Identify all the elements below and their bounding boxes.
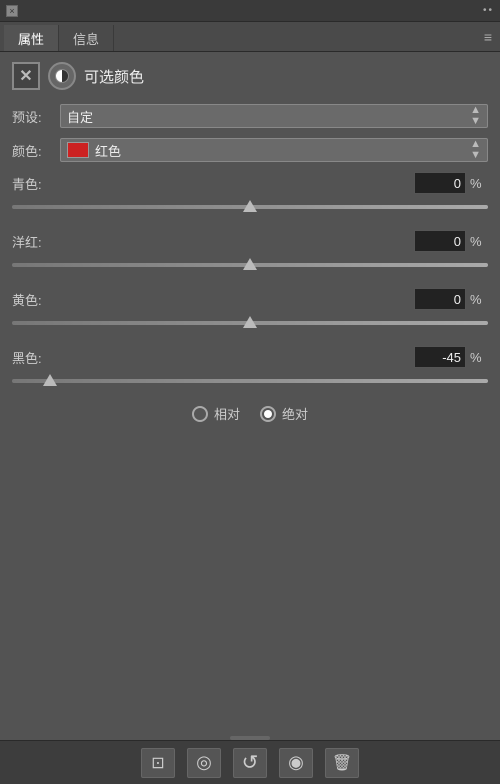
color-dropdown-arrow-icon: ▲▼	[470, 139, 481, 161]
radio-absolute-outer	[260, 406, 276, 422]
black-row: 黑色: -45 %	[12, 346, 488, 368]
close-icon: ×	[9, 6, 14, 16]
half-circle-icon	[55, 69, 69, 83]
black-thumb[interactable]	[43, 374, 57, 386]
cyan-value[interactable]: 0	[414, 172, 466, 194]
tab-menu-icon[interactable]: ≡	[484, 29, 492, 45]
black-slider-track[interactable]	[12, 372, 488, 390]
magenta-slider-track[interactable]	[12, 256, 488, 274]
color-label: 颜色:	[12, 141, 60, 160]
black-value[interactable]: -45	[414, 346, 466, 368]
magenta-value[interactable]: 0	[414, 230, 466, 252]
refresh-icon: ↺	[242, 750, 259, 775]
tab-bar: 属性 信息 ≡	[0, 22, 500, 52]
radio-absolute-label: 绝对	[282, 404, 308, 423]
mask-icon: ⊡	[151, 753, 164, 773]
x-icon: ✕	[19, 66, 32, 86]
radio-absolute[interactable]: 绝对	[260, 404, 308, 423]
cyan-row: 青色: 0 %	[12, 172, 488, 194]
radio-relative-outer	[192, 406, 208, 422]
color-swatch	[67, 142, 89, 158]
color-row: 颜色: 红色 ▲▼	[12, 138, 488, 162]
preset-dropdown[interactable]: 自定 ▲▼	[60, 104, 488, 128]
yellow-percent: %	[470, 292, 488, 307]
panel-header: ✕ 可选颜色	[12, 62, 488, 90]
visibility-icon: ◉	[288, 752, 304, 773]
close-button[interactable]: ×	[6, 5, 18, 17]
radio-relative-label: 相对	[214, 404, 240, 423]
preset-label: 预设:	[12, 107, 60, 126]
radio-relative[interactable]: 相对	[192, 404, 240, 423]
preset-row: 预设: 自定 ▲▼	[12, 104, 488, 128]
circle-icon-box[interactable]	[48, 62, 76, 90]
black-percent: %	[470, 350, 488, 365]
magenta-percent: %	[470, 234, 488, 249]
magenta-slider-section: 洋红: 0 %	[12, 230, 488, 274]
yellow-value[interactable]: 0	[414, 288, 466, 310]
color-value: 红色	[95, 141, 470, 160]
yellow-label: 黄色:	[12, 290, 60, 309]
cyan-slider-section: 青色: 0 %	[12, 172, 488, 216]
preset-value: 自定	[67, 107, 470, 126]
panel-content: ✕ 可选颜色 预设: 自定 ▲▼ 颜色: 红色 ▲▼ 青色: 0 %	[0, 52, 500, 443]
delete-button[interactable]: 🗑	[325, 748, 359, 778]
yellow-thumb[interactable]	[243, 316, 257, 328]
yellow-slider-section: 黄色: 0 %	[12, 288, 488, 332]
sliders-section: 青色: 0 % 洋红: 0 %	[12, 172, 488, 390]
top-bar: × ••	[0, 0, 500, 22]
tab-info[interactable]: 信息	[59, 25, 114, 51]
visibility-button[interactable]: ◉	[279, 748, 313, 778]
trash-icon: 🗑	[332, 753, 352, 773]
mask-icon-box[interactable]: ✕	[12, 62, 40, 90]
bottom-toolbar: ⊡ ◎ ↺ ◉ 🗑	[0, 740, 500, 784]
eye-icon: ◎	[196, 752, 212, 773]
cyan-percent: %	[470, 176, 488, 191]
yellow-row: 黄色: 0 %	[12, 288, 488, 310]
radio-row: 相对 绝对	[12, 404, 488, 423]
magenta-row: 洋红: 0 %	[12, 230, 488, 252]
color-dropdown[interactable]: 红色 ▲▼	[60, 138, 488, 162]
magenta-thumb[interactable]	[243, 258, 257, 270]
radio-absolute-dot	[264, 410, 272, 418]
mask-button[interactable]: ⊡	[141, 748, 175, 778]
cyan-thumb[interactable]	[243, 200, 257, 212]
dropdown-arrow-icon: ▲▼	[470, 105, 481, 127]
eye-button[interactable]: ◎	[187, 748, 221, 778]
panel-title: 可选颜色	[84, 66, 144, 87]
magenta-label: 洋红:	[12, 232, 60, 251]
black-track	[12, 379, 488, 383]
yellow-slider-track[interactable]	[12, 314, 488, 332]
top-right-controls: ••	[483, 5, 494, 16]
cyan-label: 青色:	[12, 174, 60, 193]
cyan-slider-track[interactable]	[12, 198, 488, 216]
refresh-button[interactable]: ↺	[233, 748, 267, 778]
black-label: 黑色:	[12, 348, 60, 367]
tab-properties[interactable]: 属性	[4, 25, 59, 51]
black-slider-section: 黑色: -45 %	[12, 346, 488, 390]
